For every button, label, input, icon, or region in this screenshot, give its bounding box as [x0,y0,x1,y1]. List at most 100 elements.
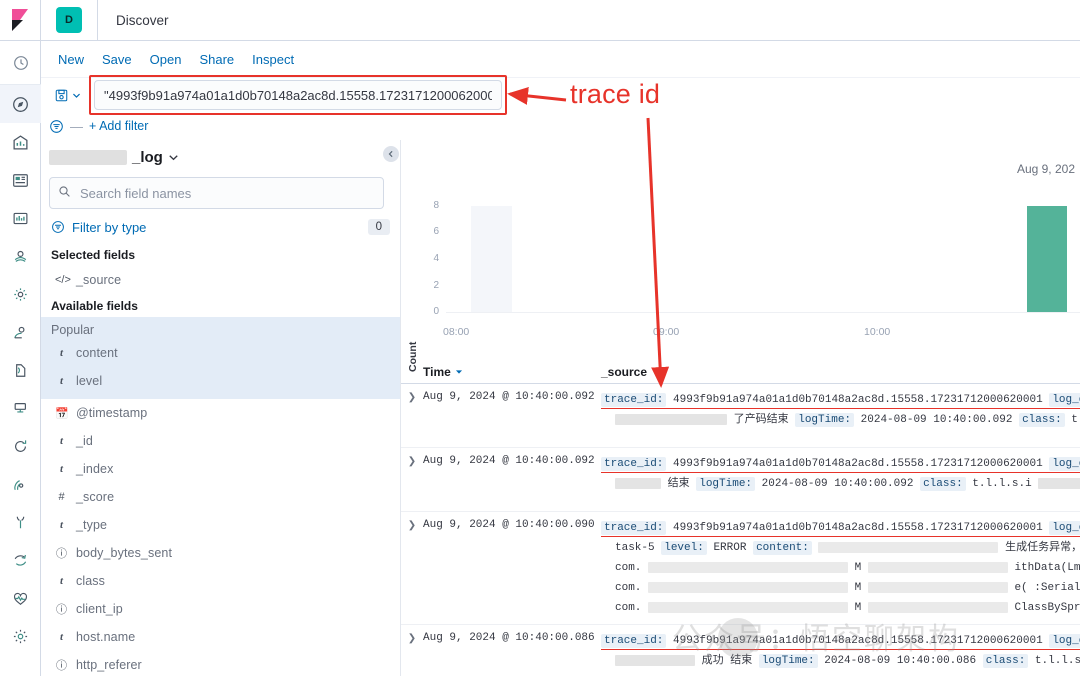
sidebar-item-maps[interactable] [0,199,41,237]
filter-bar: — + Add filter [41,112,1080,140]
field-label: _source [76,273,122,287]
field-value-trace-id: 4993f9b91a974a01a1d0b70148a2ac8d.15558.1… [673,522,1043,534]
sidebar-item-recently-viewed[interactable] [0,41,41,85]
sidebar-item-canvas[interactable] [0,161,41,199]
field-search-wrapper [41,174,400,209]
new-button[interactable]: New [49,48,93,71]
row-source: trace_id: 4993f9b91a974a01a1d0b70148a2ac… [601,454,1080,505]
sidebar-item-discover[interactable] [0,85,41,123]
field-item-id[interactable]: t _id [41,427,400,455]
popular-fields-group: Popular t content t level [41,317,400,399]
histogram-bar-0820[interactable] [471,206,512,312]
table-row[interactable]: ❯ Aug 9, 2024 @ 10:40:00.092 trace_id: 4… [401,384,1080,448]
expand-row-button[interactable]: ❯ [401,631,423,676]
filter-icon[interactable] [49,119,64,134]
field-label: level [76,374,103,388]
sidebar-item-dashboard[interactable] [0,123,41,161]
expand-row-button[interactable]: ❯ [401,518,423,618]
field-label: _type [76,518,108,532]
field-item-class[interactable]: t class [41,567,400,595]
field-value-logtime: 2024-08-09 10:40:00.092 [860,414,1013,427]
saved-query-button[interactable] [49,80,86,110]
chevron-down-icon[interactable] [168,152,179,163]
sidebar-item-apm[interactable] [0,351,41,389]
field-key-level: level: [661,541,707,556]
time-column-header[interactable]: Time [423,365,601,379]
source-line-2: task-5 level: ERROR content: 生成任务异常， com… [601,538,1080,558]
sidebar-item-logs[interactable] [0,427,41,465]
source-column-header[interactable]: _source [601,365,1080,379]
field-item-timestamp[interactable]: 📅 @timestamp [41,399,400,427]
field-item-client-ip[interactable]: ⓘ client_ip [41,595,400,623]
sidebar-item-graph[interactable] [0,275,41,313]
x-tick-0800: 08:00 [443,326,470,338]
row-source: trace_id: 4993f9b91a974a01a1d0b70148a2ac… [601,390,1080,441]
row-source: trace_id: 4993f9b91a974a01a1d0b70148a2ac… [601,518,1080,618]
sidebar-item-machine-learning[interactable] [0,237,41,275]
histogram-bar-1040[interactable] [1026,206,1068,312]
kibana-logo[interactable] [0,0,41,40]
table-row[interactable]: ❯ Aug 9, 2024 @ 10:40:00.092 trace_id: 4… [401,448,1080,512]
field-key-trace-id: trace_id: [601,393,667,407]
open-button[interactable]: Open [141,48,191,71]
field-value-class: t.l.l.s.i. [1071,414,1080,427]
field-item-source[interactable]: </> _source [41,266,400,294]
field-value-trace-id: 4993f9b91a974a01a1d0b70148a2ac8d.15558.1… [673,394,1043,406]
y-tick-8: 8 [433,200,439,211]
stack-line-2: com. M e( :Serial [601,578,1080,598]
row-timestamp: Aug 9, 2024 @ 10:40:00.092 [423,455,595,467]
inspect-button[interactable]: Inspect [243,48,303,71]
stack-mid: M [854,562,862,575]
redacted-block [648,601,849,613]
field-item-type[interactable]: t _type [41,511,400,539]
top-header: D Discover [0,0,1080,41]
add-filter-button[interactable]: + Add filter [89,119,148,133]
field-item-host-name[interactable]: t host.name [41,623,400,651]
sidebar-item-uptime[interactable] [0,313,41,351]
expand-row-button[interactable]: ❯ [401,454,423,505]
sidebar-item-metrics[interactable] [0,389,41,427]
sidebar-item-security[interactable] [0,503,41,541]
field-key-trace-id: trace_id: [601,457,667,471]
field-item-content[interactable]: t content [41,339,400,367]
sidebar-item-dev-tools[interactable] [0,541,41,579]
filter-by-type-row[interactable]: Filter by type 0 [41,211,400,243]
field-label: _score [76,490,115,504]
search-field-names-input[interactable] [49,177,384,209]
search-query-input[interactable] [94,80,502,110]
field-value-class: t.l.l.s.i [972,478,1032,491]
sidebar-item-observability[interactable] [0,465,41,503]
share-button[interactable]: Share [190,48,243,71]
field-key-class: class: [1019,413,1065,428]
field-item-body-bytes-sent[interactable]: ⓘ body_bytes_sent [41,539,400,567]
stack-prefix: com. [615,582,642,595]
sort-desc-icon [455,370,462,374]
field-item-score[interactable]: # _score [41,483,400,511]
x-tick-0900: 09:00 [653,326,680,338]
annotation-label: trace id [570,79,661,109]
x-tick-1000: 10:00 [864,326,891,338]
redacted-block [867,601,1008,613]
field-key-log-catagory: log_catagory: [1049,457,1080,471]
field-label: body_bytes_sent [76,546,173,560]
sidebar-item-management[interactable] [0,617,41,655]
sidebar-item-stack-monitoring[interactable] [0,579,41,617]
header-divider [97,0,98,40]
field-sidebar: _log Filter by type 0 Selected fields </… [41,140,400,676]
y-tick-0: 0 [433,306,439,317]
field-value-logtime: 2024-08-09 10:40:00.092 [761,478,914,491]
collapse-sidebar-button[interactable] [383,146,399,162]
save-button[interactable]: Save [93,48,141,71]
table-row[interactable]: ❯ Aug 9, 2024 @ 10:40:00.090 trace_id: 4… [401,512,1080,625]
row-timestamp: Aug 9, 2024 @ 10:40:00.086 [423,632,595,644]
y-tick-6: 6 [433,226,439,237]
expand-row-button[interactable]: ❯ [401,390,423,441]
string-field-icon: t [59,575,64,587]
field-item-index[interactable]: t _index [41,455,400,483]
field-item-level[interactable]: t level [41,367,400,395]
field-label: _index [76,462,114,476]
redacted-block [818,541,999,553]
field-item-http-referer[interactable]: ⓘ http_referer [41,651,400,676]
redacted-block [615,413,727,425]
index-pattern-selector[interactable]: _log [41,140,400,174]
